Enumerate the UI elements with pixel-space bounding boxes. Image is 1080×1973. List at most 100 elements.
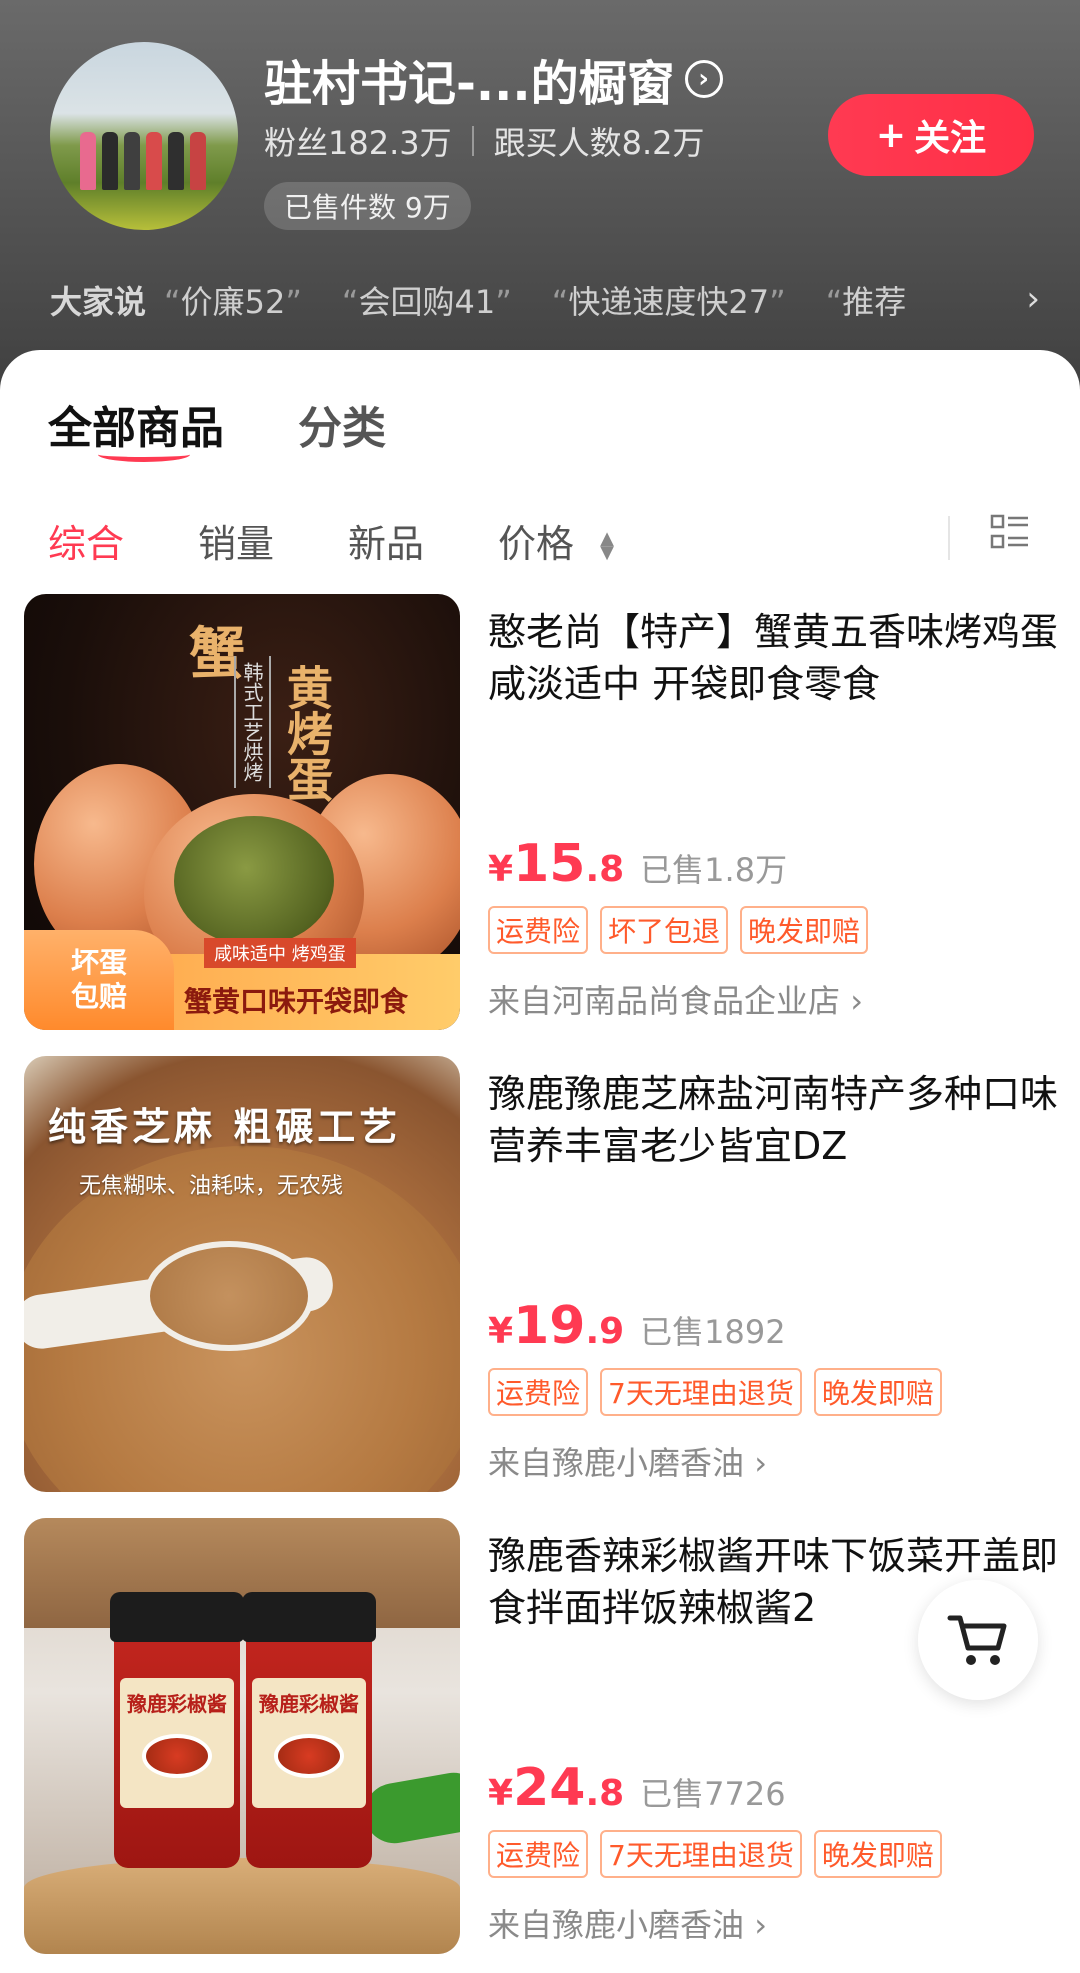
product-price-row: ¥ 19 .9 已售1892 [488,1296,786,1356]
price-currency: ¥ [488,1773,514,1814]
reviews-bar[interactable]: 大家说 “价廉52” “会回购41” “快递速度快27” “推荐 › [50,275,1040,325]
price-integer: 24 [513,1758,586,1818]
shop-link[interactable]: 来自豫鹿小磨香油 › [488,1900,767,1946]
product-title[interactable]: 憨老尚【特产】蟹黄五香味烤鸡蛋 咸淡适中 开袋即食零食 [488,606,1058,710]
store-avatar[interactable] [50,42,238,230]
fans-count: 粉丝182.3万 [264,124,452,162]
image-banner-text: 蟹黄口味开袋即食 [184,985,409,1018]
review-tag[interactable]: “会回购41” [342,277,512,323]
service-tag: 7天无理由退货 [600,1368,802,1416]
price-decimal: .8 [585,849,625,890]
service-tag: 坏了包退 [600,906,729,954]
product-price-row: ¥ 24 .8 已售7726 [488,1758,786,1818]
shop-link[interactable]: 来自河南品尚食品企业店 › [488,976,863,1022]
service-tag: 晚发即赔 [813,1830,942,1878]
store-name: 驻村书记-...的橱窗 [264,56,675,112]
store-title-row[interactable]: 驻村书记-...的橱窗 › [264,44,723,114]
avatar-figure [168,132,184,190]
image-heading: 纯香芝麻 粗碾工艺 [48,1104,402,1149]
price-currency: ¥ [488,1311,514,1352]
yolk-shape [174,816,334,946]
cart-icon [947,1615,1007,1665]
review-tag[interactable]: “价廉52” [164,277,302,323]
jar-label: 豫鹿彩椒酱 [120,1678,234,1808]
price-decimal: .8 [585,1773,625,1814]
main-tabs: 全部商品 分类 [48,392,386,462]
chevron-circle-right-icon: › [684,60,723,98]
sortbar-divider [948,516,950,560]
image-badge: 坏蛋 包赔 [24,930,174,1030]
tab-category[interactable]: 分类 [298,392,386,456]
avatar-figure [190,132,206,190]
store-header: 驻村书记-...的橱窗 › 粉丝182.3万 跟买人数8.2万 已售件数 9万 … [0,0,1080,400]
shop-link[interactable]: 来自豫鹿小磨香油 › [488,1438,767,1484]
follow-button[interactable]: + 关注 [828,94,1034,176]
service-tag: 运费险 [488,1368,589,1416]
sold-count: 已售7726 [640,1775,786,1813]
sort-comprehensive[interactable]: 综合 [48,513,124,568]
list-view-icon[interactable] [990,512,1030,552]
sort-sales[interactable]: 销量 [198,513,274,568]
product-card[interactable]: 纯香芝麻 粗碾工艺 无焦糊味、油耗味，无农残 豫鹿豫鹿芝麻盐河南特产多种口味营养… [24,1056,1064,1496]
service-tag: 运费险 [488,1830,589,1878]
sold-count-badge: 已售件数 9万 [264,182,471,230]
sold-count: 已售1.8万 [640,851,788,889]
product-title[interactable]: 豫鹿豫鹿芝麻盐河南特产多种口味营养丰富老少皆宜DZ [488,1068,1058,1172]
scoop-shape [144,1241,314,1351]
sort-new[interactable]: 新品 [348,513,424,568]
board-shape [24,1858,460,1954]
add-to-cart-button[interactable] [918,1580,1038,1700]
sort-bar: 综合 销量 新品 价格 ▲ ▼ [48,510,1050,570]
reviews-label: 大家说 [50,283,147,321]
sort-price-label: 价格 [498,521,575,566]
avatar-figure [124,132,140,190]
service-tag: 运费险 [488,906,589,954]
review-tag[interactable]: “快递速度快27” [552,277,786,323]
service-tag: 晚发即赔 [740,906,869,954]
price-currency: ¥ [488,849,514,890]
product-tags: 运费险 7天无理由退货 晚发即赔 [488,1830,942,1878]
sort-price[interactable]: 价格 ▲ ▼ [498,513,614,568]
follow-label: 关注 [914,118,987,159]
avatar-figure [146,132,162,190]
dish-shape [142,1734,212,1778]
chevron-right-icon: › [754,1444,767,1482]
jar-shape: 豫鹿彩椒酱 [242,1592,376,1868]
chevron-right-icon: › [754,1906,767,1944]
sort-updown-icon: ▲ ▼ [600,528,614,563]
product-card[interactable]: 豫鹿彩椒酱 豫鹿彩椒酱 豫鹿香辣彩椒酱开味下饭菜开盖即食拌面拌饭辣椒酱2 ¥ 2… [24,1518,1064,1958]
plus-icon: + [875,114,907,156]
followers-buy-count: 跟买人数8.2万 [493,124,705,162]
jar-lid [242,1592,376,1642]
review-tag[interactable]: “推荐 [826,277,907,323]
product-image[interactable]: 蟹 黄烤蛋 韩式工艺烘烤 咸味适中 烤鸡蛋 蟹黄口味开袋即食 坏蛋 包赔 [24,594,460,1030]
avatar-figure [102,132,118,190]
product-tags: 运费险 7天无理由退货 晚发即赔 [488,1368,942,1416]
chevron-right-icon: › [850,982,863,1020]
product-price-row: ¥ 15 .8 已售1.8万 [488,834,787,894]
image-subtitle: 无焦糊味、油耗味，无农残 [79,1174,344,1199]
product-image[interactable]: 豫鹿彩椒酱 豫鹿彩椒酱 [24,1518,460,1954]
price-integer: 15 [513,834,586,894]
avatar-figure [80,132,96,190]
jar-shape: 豫鹿彩椒酱 [110,1592,244,1868]
stats-divider [471,126,474,156]
product-image[interactable]: 纯香芝麻 粗碾工艺 无焦糊味、油耗味，无农残 [24,1056,460,1492]
tab-all-products[interactable]: 全部商品 [48,392,224,462]
jar-label: 豫鹿彩椒酱 [252,1678,366,1808]
image-vertical-text: 韩式工艺烘烤 [234,656,271,788]
product-list-panel: 全部商品 分类 综合 销量 新品 价格 ▲ ▼ 蟹 黄烤蛋 韩式工艺烘烤 咸味适… [0,350,1080,1973]
store-stats: 粉丝182.3万 跟买人数8.2万 [264,118,705,164]
price-decimal: .9 [585,1311,625,1352]
jar-lid [110,1592,244,1642]
product-card[interactable]: 蟹 黄烤蛋 韩式工艺烘烤 咸味适中 烤鸡蛋 蟹黄口味开袋即食 坏蛋 包赔 憨老尚… [24,594,1064,1034]
price-integer: 19 [513,1296,586,1356]
greens-shape [359,1768,460,1848]
product-tags: 运费险 坏了包退 晚发即赔 [488,906,869,954]
image-subtitle: 咸味适中 烤鸡蛋 [204,938,356,968]
image-heading: 黄烤蛋 [280,664,334,802]
service-tag: 晚发即赔 [813,1368,942,1416]
sold-count: 已售1892 [640,1313,786,1351]
chevron-right-icon[interactable]: › [1026,279,1040,319]
service-tag: 7天无理由退货 [600,1830,802,1878]
